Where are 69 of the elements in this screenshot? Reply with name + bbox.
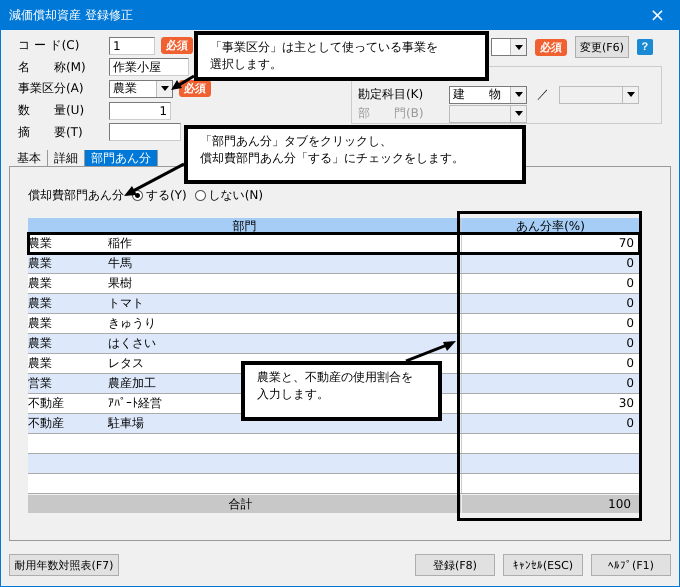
callout-text: 「部門あん分」タブをクリックし、 bbox=[200, 133, 393, 150]
durability-table-button[interactable]: 耐用年数対照表(F7) bbox=[9, 554, 119, 576]
table-cell-text: 0 bbox=[625, 355, 635, 372]
table-cell-text: 牛馬 bbox=[108, 255, 132, 272]
table-cell-text: 0 bbox=[625, 335, 635, 352]
table-cell-text: 0 bbox=[625, 255, 635, 272]
callout-text: 入力します。 bbox=[257, 386, 330, 403]
input-field[interactable]: 1 bbox=[109, 102, 171, 120]
total-label: 合計 bbox=[28, 495, 462, 513]
required-badge: 必須 bbox=[535, 38, 567, 56]
radio-option[interactable]: しない(N) bbox=[194, 186, 264, 204]
table-cell-text: ｱﾊﾟｰﾄ経営 bbox=[108, 395, 162, 412]
table-cell-text: 不動産 bbox=[28, 395, 64, 412]
table-cell-text: 農業 bbox=[28, 295, 52, 312]
tab[interactable]: 基本 bbox=[11, 150, 48, 166]
table-cell-text: レタス bbox=[108, 355, 144, 372]
select-field[interactable] bbox=[559, 86, 639, 104]
dialog-button[interactable]: ｷｬﾝｾﾙ(ESC) bbox=[503, 554, 583, 576]
required-badge: 必須 bbox=[179, 80, 211, 98]
field-label: 事業区分(A) bbox=[18, 80, 85, 98]
input-field[interactable]: 作業小屋 bbox=[109, 58, 189, 76]
table-cell-text: 営業 bbox=[28, 375, 52, 392]
field-label: コ ー ド(C) bbox=[18, 37, 80, 54]
dialog-button[interactable]: ﾍﾙﾌﾟ(F1) bbox=[591, 554, 671, 576]
table-cell-text: 農業 bbox=[28, 335, 52, 352]
select-field[interactable]: 建 物 bbox=[449, 86, 527, 104]
table-cell-text: 駐車場 bbox=[108, 415, 144, 432]
input-field[interactable]: 1 bbox=[109, 36, 155, 55]
callout-text: 農業と、不動産の使用割合を bbox=[257, 369, 414, 386]
select-field[interactable] bbox=[449, 104, 527, 122]
callout-text: 選択します。 bbox=[210, 56, 283, 73]
table-cell-text: きゅうり bbox=[108, 315, 156, 332]
table-cell-text: 農業 bbox=[28, 315, 52, 332]
input-field[interactable] bbox=[109, 123, 181, 142]
table-cell-text: 0 bbox=[625, 315, 635, 332]
help-button[interactable]: ? bbox=[636, 39, 653, 55]
table-cell-text: トマト bbox=[108, 295, 144, 312]
table-cell-text: 0 bbox=[625, 375, 635, 392]
field-label: 数 量(U) bbox=[18, 102, 86, 120]
table-cell-text: 農業 bbox=[28, 275, 52, 292]
table-cell-text: 0 bbox=[625, 275, 635, 292]
required-badge: 必須 bbox=[161, 37, 193, 54]
close-button[interactable]: × bbox=[644, 4, 671, 26]
table-cell-text: 果樹 bbox=[108, 275, 132, 292]
option-label: 償却費部門あん分 bbox=[28, 186, 124, 204]
tab[interactable]: 部門あん分 bbox=[85, 150, 158, 166]
field-label: 摘 要(T) bbox=[18, 124, 84, 141]
change-button[interactable]: 変更(F6) bbox=[575, 36, 629, 58]
table-cell-text: 不動産 bbox=[28, 415, 64, 432]
field-label: 勘定科目(K) bbox=[358, 86, 424, 103]
callout-text: 償却費部門あん分「する」にチェックをします。 bbox=[200, 150, 465, 167]
total-value: 100 bbox=[462, 495, 640, 513]
table-cell-text: 農業 bbox=[28, 355, 52, 372]
table-cell-text: 農業 bbox=[28, 255, 52, 272]
table-cell-text: 70 bbox=[618, 235, 635, 252]
callout-text: 「事業区分」は主として使っている事業を bbox=[210, 39, 439, 56]
select-field[interactable] bbox=[491, 38, 527, 56]
table-cell-text: 稲作 bbox=[108, 235, 132, 252]
table-cell-text: 0 bbox=[625, 415, 635, 432]
table-cell-text: はくさい bbox=[108, 335, 156, 352]
dialog-button[interactable]: 登録(F8) bbox=[415, 554, 495, 576]
window-title: 減価償却資産 登録修正 bbox=[9, 6, 133, 24]
table-cell-text: 農産加工 bbox=[108, 375, 156, 392]
separator-text: ／ bbox=[536, 86, 550, 103]
field-label: 部 門(B) bbox=[358, 105, 425, 122]
table-cell-text: 30 bbox=[618, 395, 635, 412]
select-field[interactable]: 農業 bbox=[109, 80, 173, 98]
field-label: 名 称(M) bbox=[18, 58, 87, 76]
table-cell-text: 0 bbox=[625, 295, 635, 312]
